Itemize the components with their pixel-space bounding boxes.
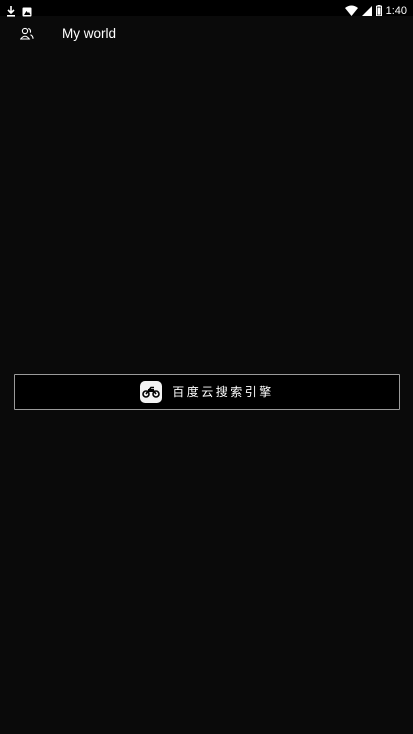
motorcycle-logo-icon (140, 381, 163, 403)
profile-icon[interactable] (19, 26, 34, 40)
status-bar: 1:40 (0, 0, 413, 17)
search-engine-button[interactable]: 百度云搜索引擎 (14, 374, 400, 410)
search-engine-label: 百度云搜索引擎 (172, 385, 274, 399)
app-bar: My world (0, 16, 413, 52)
page-title: My world (62, 26, 117, 41)
